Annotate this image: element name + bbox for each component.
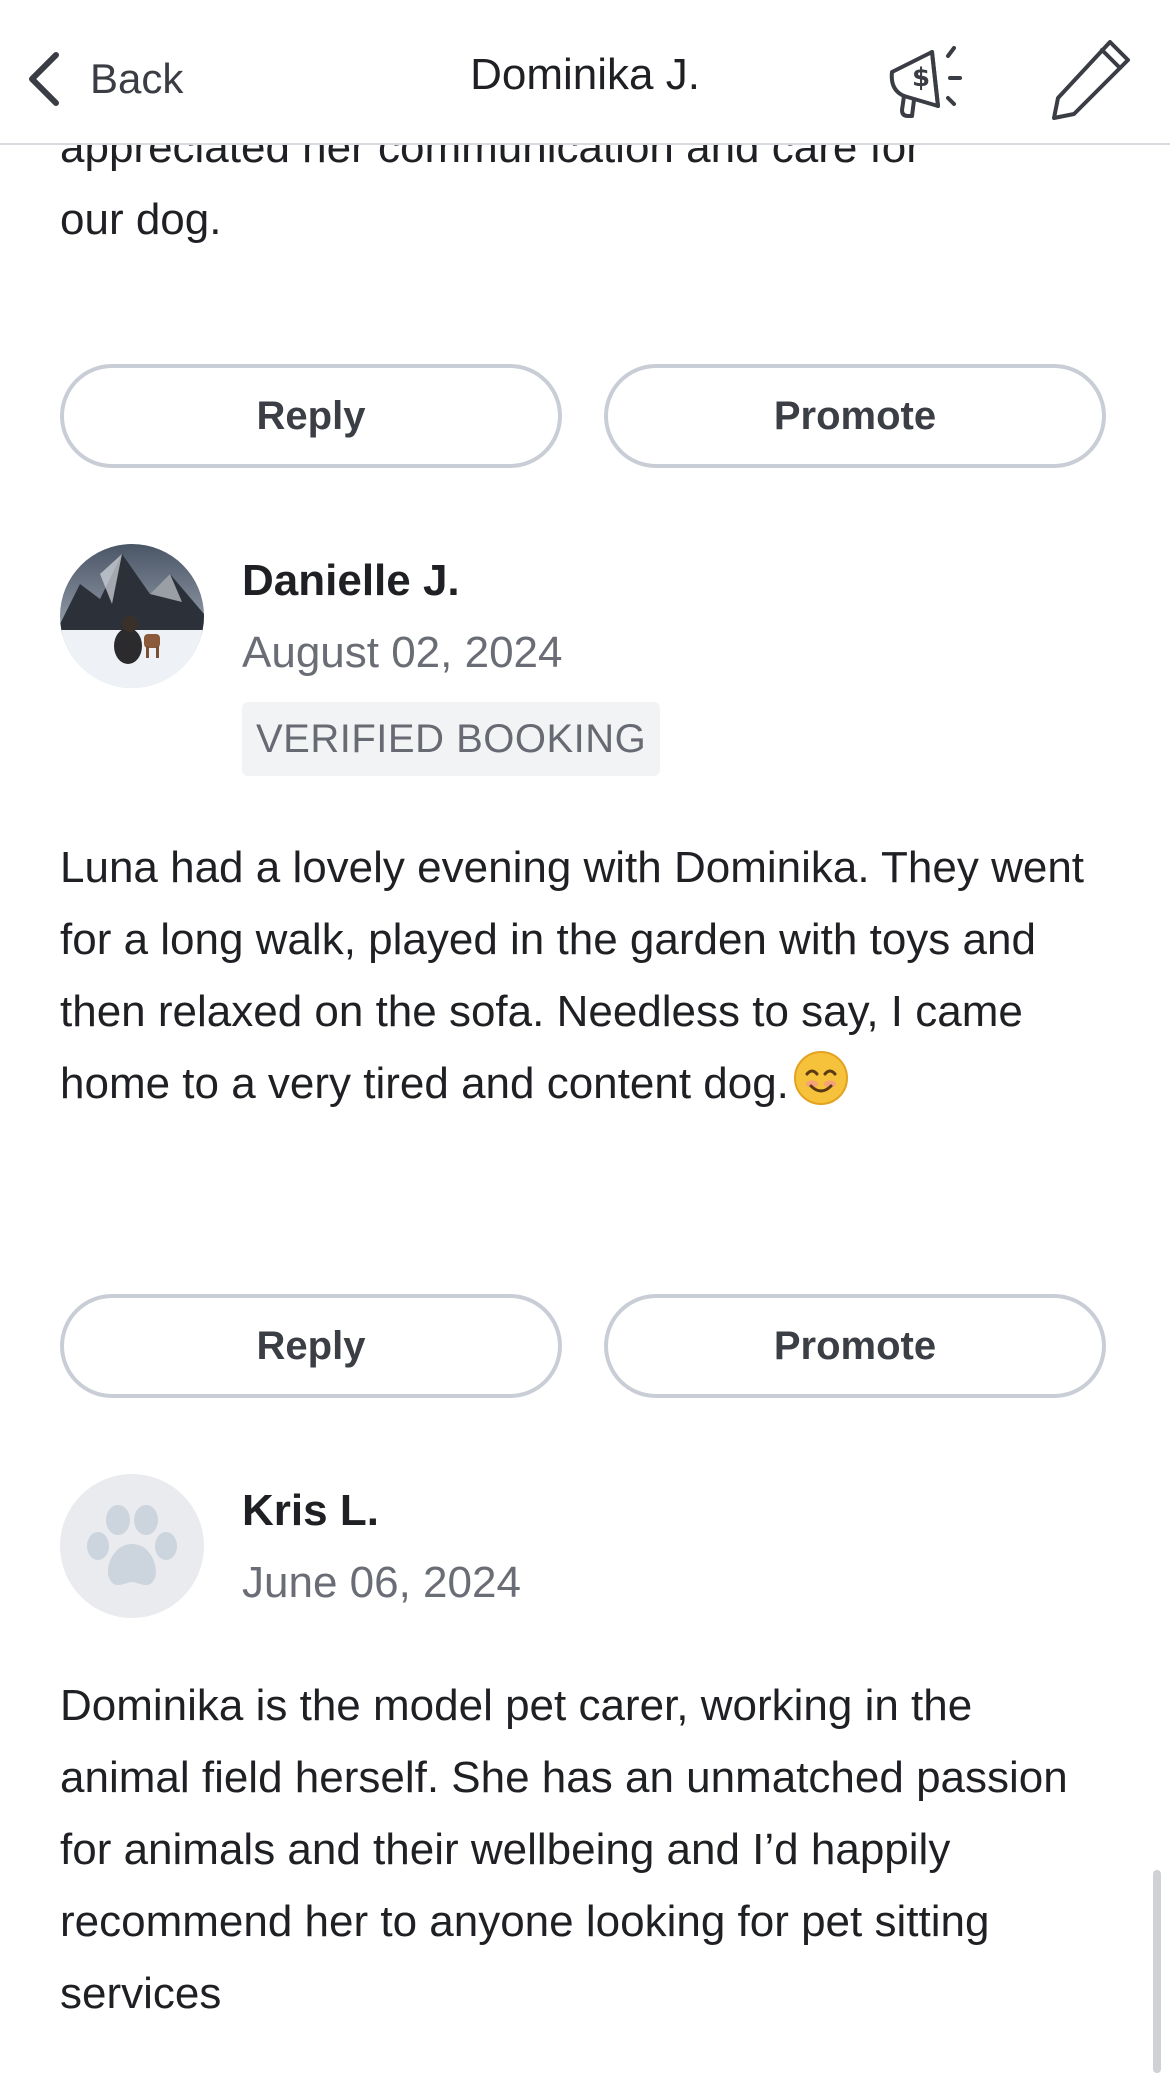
smiling-face-emoji [793, 1050, 849, 1106]
review-actions: Reply Promote [60, 1294, 1110, 1406]
review-text-line: our dog. [60, 195, 222, 244]
review-date: August 02, 2024 [242, 628, 563, 677]
review-date: June 06, 2024 [242, 1558, 521, 1607]
reviewer-name: Kris L. [242, 1486, 379, 1535]
avatar [60, 544, 204, 688]
promote-button[interactable]: Promote [604, 364, 1106, 468]
top-nav-bar: Back Dominika J. $ [0, 0, 1170, 145]
review-body: Luna had a lovely evening with Dominika.… [60, 843, 1085, 1108]
verified-booking-badge: VERIFIED BOOKING [242, 702, 661, 776]
reviewer-name: Danielle J. [242, 556, 460, 605]
scrollbar[interactable] [1153, 1870, 1161, 2073]
svg-text:$: $ [912, 63, 930, 93]
page-title: Dominika J. [470, 50, 700, 99]
review-text: Luna had a lovely evening with Dominika.… [60, 832, 1110, 1120]
review-text: Dominika is the model pet carer, working… [60, 1681, 1068, 2018]
megaphone-dollar-icon[interactable]: $ [882, 34, 974, 126]
pencil-icon[interactable] [1044, 34, 1136, 126]
paw-icon [60, 1474, 204, 1618]
reply-button[interactable]: Reply [60, 1294, 562, 1398]
promote-button[interactable]: Promote [604, 1294, 1106, 1398]
review-actions: Reply Promote [60, 364, 1110, 476]
reply-button[interactable]: Reply [60, 364, 562, 468]
